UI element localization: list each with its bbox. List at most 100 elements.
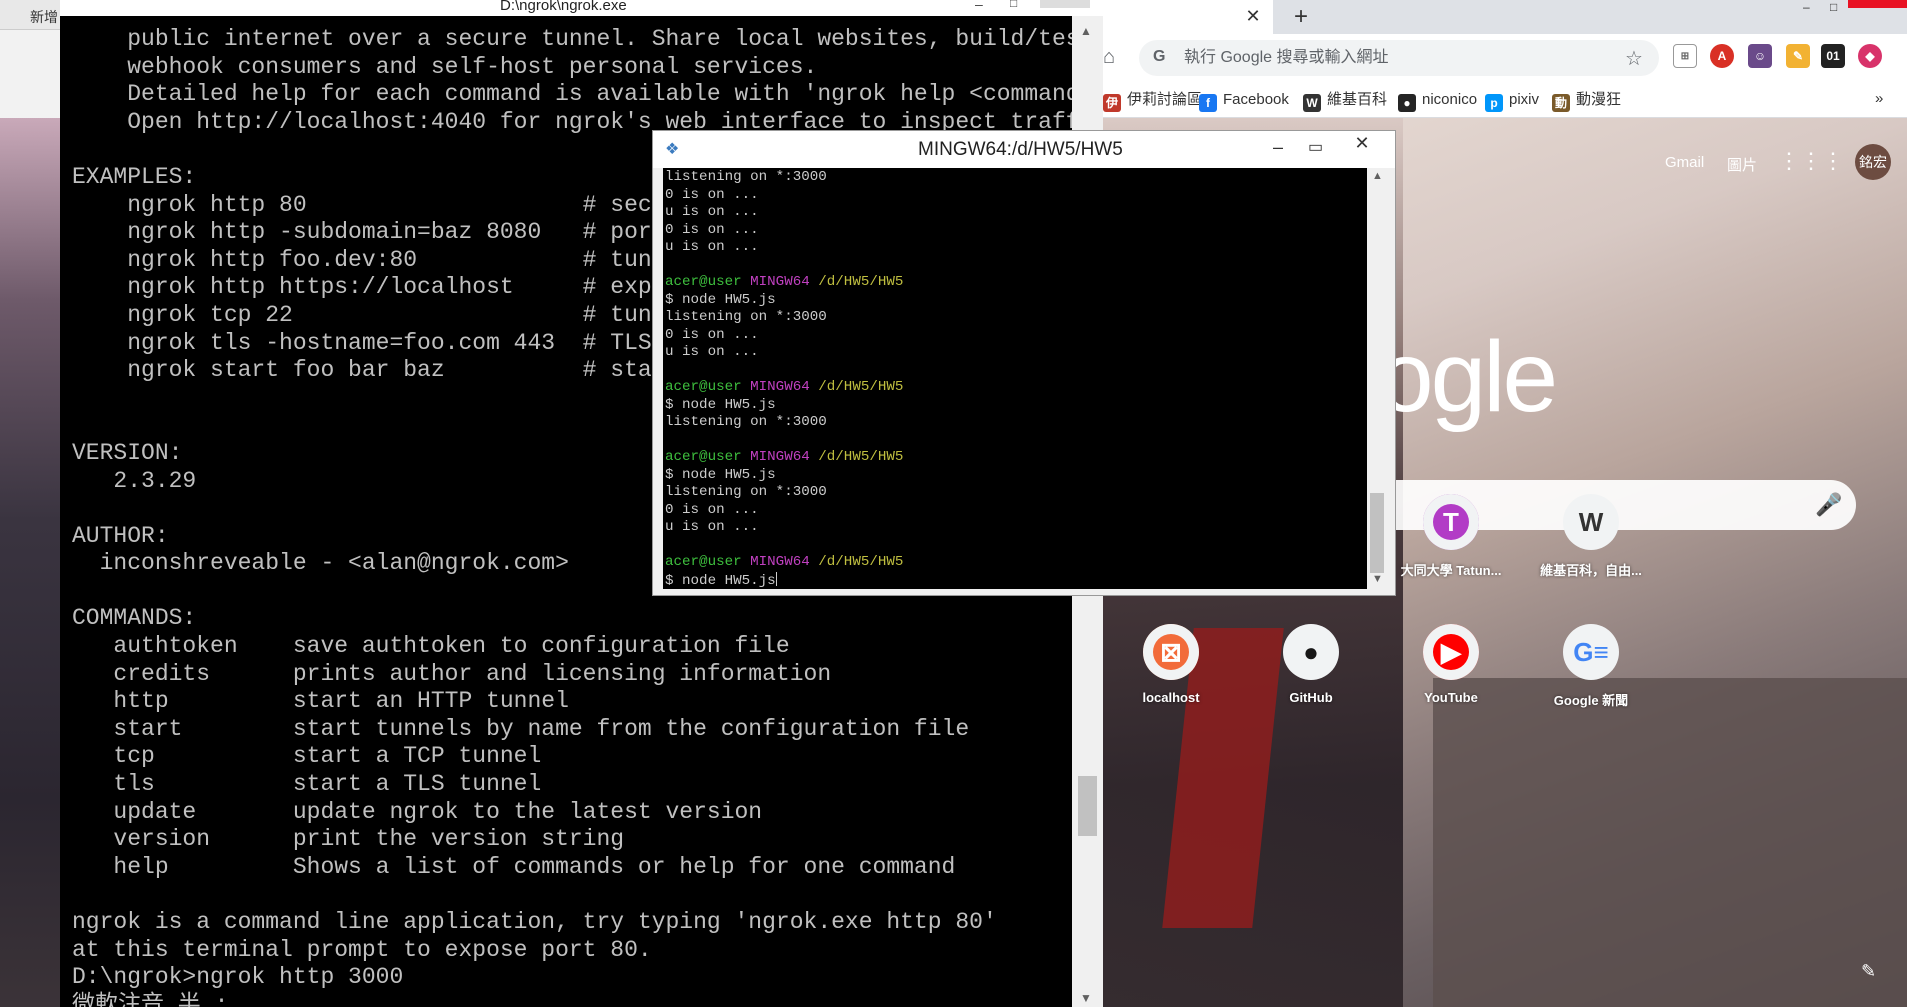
prompt-path: /d/HW5/HW5 xyxy=(818,379,904,395)
extension-icon-1[interactable]: ⊞ xyxy=(1673,44,1697,68)
command-line: $ node HW5.js xyxy=(665,396,776,413)
output-line: u is on ... xyxy=(665,344,759,360)
mingw-terminal-area[interactable]: listening on *:3000 0 is on ... u is on ..… xyxy=(663,168,1367,589)
scroll-down-arrow-icon[interactable]: ▼ xyxy=(1372,573,1383,585)
console-line: authtoken save authtoken to configuratio… xyxy=(72,633,790,660)
command-line: $ node HW5.js xyxy=(665,571,777,589)
google-news-icon: G≡ xyxy=(1563,624,1619,680)
pixiv-icon: p xyxy=(1485,94,1503,112)
bookmark-伊莉討論區[interactable]: 伊伊莉討論區 xyxy=(1103,90,1202,112)
omnibox-input[interactable] xyxy=(1184,40,1584,76)
ngrok-scroll-thumb[interactable] xyxy=(1078,776,1097,836)
shortcut-label: 大同大學 Tatun... xyxy=(1400,563,1502,578)
extension-icon-5[interactable]: 01 xyxy=(1821,44,1845,68)
prompt-user: acer@user xyxy=(665,449,742,465)
prompt-system: MINGW64 xyxy=(750,274,810,290)
gmail-link[interactable]: Gmail xyxy=(1665,154,1704,171)
shortcut-label: 維基百科，自由... xyxy=(1540,563,1642,578)
mingw-minimize-button[interactable]: – xyxy=(1273,137,1283,158)
prompt-path: /d/HW5/HW5 xyxy=(818,554,904,570)
console-line: http start an HTTP tunnel xyxy=(72,688,569,715)
mingw-scroll-thumb[interactable] xyxy=(1370,493,1384,573)
mingw-close-button[interactable]: ✕ xyxy=(1339,133,1385,157)
shortcut-tile[interactable]: ⊠ localhost xyxy=(1115,624,1227,736)
microphone-icon[interactable]: 🎤 xyxy=(1815,492,1842,518)
output-line: listening on *:3000 xyxy=(665,309,827,325)
output-line: 0 is on ... xyxy=(665,326,759,343)
bookmark-label: 動漫狂 xyxy=(1576,91,1622,108)
console-line: COMMANDS: xyxy=(72,605,197,632)
chrome-active-tab[interactable]: ✕ xyxy=(1103,0,1273,34)
console-line: Detailed help for each command is availa… xyxy=(72,81,1103,108)
ngrok-title-bar: D:\ngrok\ngrok.exe – □ xyxy=(60,0,1103,16)
tab-close-icon[interactable]: ✕ xyxy=(1243,6,1263,26)
extension-icon-2[interactable]: A xyxy=(1710,44,1734,68)
extension-icon-4[interactable]: ✎ xyxy=(1786,44,1810,68)
wikipedia-icon: W xyxy=(1303,94,1321,112)
output-line: listening on *:3000 xyxy=(665,414,827,430)
chrome-minimize-button[interactable]: – xyxy=(1803,0,1823,14)
prompt-user: acer@user xyxy=(665,554,742,570)
console-line: public internet over a secure tunnel. Sh… xyxy=(72,26,1094,52)
ngrok-window-title: D:\ngrok\ngrok.exe xyxy=(500,0,627,14)
scroll-up-arrow-icon[interactable]: ▲ xyxy=(1372,170,1383,182)
output-line: listening on *:3000 xyxy=(665,169,827,185)
console-line: start start tunnels by name from the con… xyxy=(72,715,970,742)
shortcut-tile[interactable]: ▶ YouTube xyxy=(1395,624,1507,736)
mingw-scrollbar[interactable]: ▲ ▼ xyxy=(1367,168,1387,589)
shortcut-tile[interactable]: W 維基百科，自由... xyxy=(1535,494,1647,606)
background-tab[interactable]: 新增 xyxy=(0,0,60,30)
mingw-title-bar: ❖ MINGW64:/d/HW5/HW5 – ▭ ✕ xyxy=(653,131,1395,168)
output-line: 0 is on ... xyxy=(665,221,759,238)
bookmark-label: Facebook xyxy=(1223,91,1289,108)
bookmark-Facebook[interactable]: f Facebook xyxy=(1199,90,1289,112)
shortcut-tile[interactable]: ● GitHub xyxy=(1255,624,1367,736)
ngrok-close-button[interactable] xyxy=(1040,0,1090,8)
prompt-line: acer@user MINGW64 /d/HW5/HW5 xyxy=(665,554,1365,572)
mingw-maximize-button[interactable]: ▭ xyxy=(1308,137,1323,157)
bookmarks-overflow-icon[interactable]: » xyxy=(1875,90,1883,107)
shortcut-tile[interactable]: G≡ Google 新聞 xyxy=(1535,624,1647,736)
new-tab-button[interactable]: + xyxy=(1288,4,1314,30)
output-line: u is on ... xyxy=(665,204,759,220)
extension-icon-6[interactable]: ◆ xyxy=(1858,44,1882,68)
customize-pencil-icon[interactable]: ✎ xyxy=(1861,961,1876,982)
xampp-icon: ⊠ xyxy=(1143,624,1199,680)
bookmark-star-icon[interactable]: ☆ xyxy=(1625,46,1647,70)
scroll-down-arrow-icon[interactable]: ▼ xyxy=(1080,991,1092,1005)
console-line: ngrok is a command line application, try… xyxy=(72,909,997,935)
omnibox[interactable]: G ☆ xyxy=(1139,40,1659,76)
bookmark-維基百科[interactable]: W 維基百科 xyxy=(1303,90,1387,112)
ngrok-maximize-button[interactable]: □ xyxy=(1010,0,1017,10)
images-link[interactable]: 圖片 xyxy=(1727,154,1757,175)
shortcut-tile[interactable]: T 大同大學 Tatun... xyxy=(1395,494,1507,606)
extension-icon-3[interactable]: ☺ xyxy=(1748,44,1772,68)
home-icon[interactable]: ⌂ xyxy=(1103,46,1125,68)
prompt-user: acer@user xyxy=(665,379,742,395)
scroll-up-arrow-icon[interactable]: ▲ xyxy=(1080,24,1092,38)
bookmark-pixiv[interactable]: p pixiv xyxy=(1485,90,1539,112)
account-avatar[interactable]: 銘宏 xyxy=(1855,144,1891,180)
mingw-window-title: MINGW64:/d/HW5/HW5 xyxy=(918,139,1123,160)
shortcut-label: localhost xyxy=(1142,690,1200,705)
chrome-tab-strip: ✕ + – □ xyxy=(1103,0,1907,34)
chrome-maximize-button[interactable]: □ xyxy=(1830,0,1850,14)
command-line: $ node HW5.js xyxy=(665,466,776,483)
ngrok-minimize-button[interactable]: – xyxy=(975,0,983,12)
prompt-path: /d/HW5/HW5 xyxy=(818,274,904,290)
chrome-toolbar: ⌂ G ☆ ⊞ A ☺ ✎ 01 ◆ xyxy=(1103,34,1907,82)
output-line: 0 is on ... xyxy=(665,501,759,518)
console-line: 微軟注音 半 : xyxy=(72,991,229,1007)
shortcut-label: Google 新聞 xyxy=(1553,693,1629,708)
bookmark-動漫狂[interactable]: 動動漫狂 xyxy=(1552,90,1622,112)
console-line: at this terminal prompt to expose port 8… xyxy=(72,936,652,963)
shortcut-label: YouTube xyxy=(1424,690,1478,705)
chrome-close-button[interactable] xyxy=(1848,0,1907,8)
google-apps-icon[interactable]: ⋮⋮⋮ xyxy=(1778,148,1844,174)
bookmark-niconico[interactable]: ● niconico xyxy=(1398,90,1477,112)
tatung-icon: T xyxy=(1423,494,1479,550)
